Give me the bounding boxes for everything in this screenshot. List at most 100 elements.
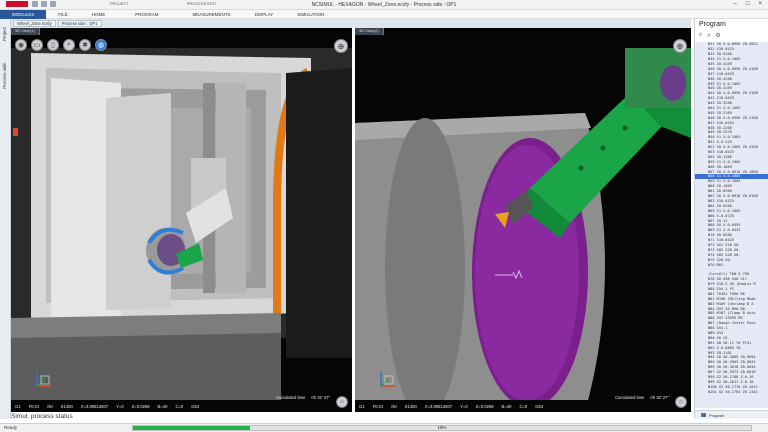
filter-icon[interactable]: ▿: [707, 32, 710, 39]
code-text: N101 G2 X0.1764 Z0.1101: [708, 389, 758, 394]
minimize-icon[interactable]: –: [734, 1, 737, 7]
process-dock-tab[interactable]: Process side: [2, 63, 7, 89]
status-n: N0: [391, 403, 397, 409]
viewport-toolbar: ◉ ▭ ▯ ⌕ ✱ ◍: [15, 39, 107, 51]
code-text: N86 G97 S3999 M3: [708, 316, 743, 321]
code-text: N36 S0 X-0.0956 Z0.4168: [708, 66, 758, 71]
viewport-title[interactable]: 3D View(1): [11, 28, 40, 35]
tab-display[interactable]: DISPLAY: [243, 10, 286, 19]
axis-gizmo-icon: [380, 371, 396, 387]
status-y: Y=0: [116, 403, 124, 409]
code-text: N31 S0 X-0.0956 Z0.5032: [708, 42, 758, 47]
program-toolbar: ⌕ ▿ ⚙: [695, 31, 768, 40]
status-n: N0: [47, 403, 53, 409]
code-text: N51 X-0.229: [708, 140, 732, 145]
tab-home[interactable]: HOME: [80, 10, 118, 19]
code-text: N74 S05 G28 X0.: [708, 252, 741, 257]
view-cube-icon[interactable]: ⊕: [673, 39, 687, 53]
tab-program[interactable]: PROGRAM: [117, 10, 170, 19]
zoom-icon[interactable]: ⌕: [63, 39, 75, 51]
fit-view-icon[interactable]: ⌂: [336, 396, 348, 408]
code-text: N62 S0 X-0.0918 Z0.0168: [708, 194, 758, 199]
title-bar: PROJECT PROCESS EDIT NCSIMUL - HEXAGON -…: [0, 0, 768, 10]
simul-status-label: Simul. process status: [11, 413, 73, 420]
doc-tab-process[interactable]: Process side : OP1: [57, 20, 102, 27]
window-title: NCSIMUL - HEXAGON - Wheel_Zone.ncsfy - P…: [311, 2, 457, 8]
code-text: N79 G18.5 X0 (Radius M: [708, 282, 756, 287]
code-text: N94 G0 X0.3809 Z0.0054: [708, 355, 756, 360]
view-cube-icon[interactable]: ⊕: [334, 39, 348, 53]
status-feed: F0.01: [28, 403, 40, 409]
code-text: N100 G2 X0.1776 Z0.1012: [708, 384, 758, 389]
program-footer-label: Program: [709, 412, 725, 418]
cutting-scene: [355, 28, 691, 412]
code-text: N57 S0 X-0.0918 Z0.1068: [708, 169, 758, 174]
status-c: C=0: [175, 403, 184, 409]
tab-measurements[interactable]: MEASUREMENTS: [171, 10, 243, 19]
program-footer-tab[interactable]: Program: [695, 410, 768, 419]
code-text: N78 G0 G98 G40 G17: [708, 277, 747, 282]
viewport-3d-1[interactable]: 3D View(1) ◉ ▭ ▯ ⌕ ✱ ◍ ⊕ Cumulated time …: [11, 28, 352, 412]
code-text: N72 S01 G18 X0.: [708, 242, 741, 247]
settings-icon[interactable]: ⚙: [715, 32, 720, 39]
status-speed: S1460: [404, 403, 417, 409]
left-dock-strip: Project Process side: [0, 19, 11, 419]
close-icon[interactable]: ×: [758, 1, 762, 7]
status-x: X=3.89812607: [80, 403, 109, 409]
status-z: Z=0.0268: [131, 403, 150, 409]
code-text: N88 G54.1: [708, 326, 728, 331]
code-text: N89 G54: [708, 330, 724, 335]
fit-view-icon[interactable]: ⌂: [675, 396, 687, 408]
camera-icon[interactable]: ◉: [15, 39, 27, 51]
project-dock-tab[interactable]: Project: [2, 27, 7, 41]
status-gcode: G1: [15, 403, 21, 409]
program-panel: Program ⌕ ▿ ⚙ N31 S0 X-0.0956 Z0.5032 N32…: [694, 19, 768, 419]
code-text: N87 (Rough Center Pock: [708, 321, 756, 326]
axis-gizmo-icon: [36, 371, 52, 387]
gear-icon[interactable]: ✱: [79, 39, 91, 51]
code-line[interactable]: N101 G2 X0.1764 Z0.1101: [695, 389, 768, 394]
code-text: N53 X10.0425: [708, 150, 734, 155]
code-text: N68 S0 X-0.0495: [708, 223, 741, 228]
folder-icon[interactable]: ▭: [31, 39, 43, 51]
code-text: N84 G53 X0 B90 B0: [708, 306, 745, 311]
viewport-status-line: G1 F0.01 N0 S1460 X=3.89812607 Y=0 Z=0.0…: [11, 400, 352, 412]
status-x: X=3.89812607: [424, 403, 453, 409]
code-text: N95 G0 X0.3963 Z0.0034: [708, 360, 756, 365]
code-text: N97 G2 X0.3973 Z0.0018: [708, 370, 756, 375]
code-text: N80 G54.1 P1: [708, 286, 734, 291]
file-icon[interactable]: ▯: [47, 39, 59, 51]
code-text: N76 M01: [708, 262, 724, 267]
viewport-title[interactable]: 3D View(2): [355, 28, 384, 35]
code-text: N96 G0 X0.3618 Z0.0034: [708, 365, 756, 370]
viewport-3d-2[interactable]: 3D View(2) ⊕ Cumulated time 0h 32' 27" G…: [355, 28, 691, 412]
code-text: N65 S1 X-0.1065: [708, 208, 741, 213]
search-icon[interactable]: ⌕: [699, 32, 702, 39]
code-text: N90 G0 C0.: [708, 335, 730, 340]
code-text: N81 T0101 T006 M6: [708, 291, 745, 296]
program-code-list[interactable]: N31 S0 X-0.0956 Z0.5032 N32 X10.0425 N33 Z…: [695, 42, 768, 408]
status-speed: S1460: [60, 403, 73, 409]
code-text: N58 S1 X-0.1065: [708, 174, 741, 179]
code-text: N42 X10.0425: [708, 96, 734, 101]
status-wcs: G54: [191, 403, 200, 409]
code-text: N99 G2 X0.2611 Z-0.10: [708, 379, 754, 384]
code-text: N82 M108 (Milling Mode: [708, 296, 756, 301]
tab-file[interactable]: FILE: [46, 10, 80, 19]
code-text: N64 Z0.0268: [708, 203, 732, 208]
code-text: N44 S1 X-0.1065: [708, 106, 741, 111]
simulation-progress-bar: 19%: [132, 425, 752, 431]
maximize-icon[interactable]: □: [746, 1, 750, 7]
tab-modules[interactable]: MODULES: [0, 9, 47, 19]
code-text: N66 X-0.0725: [708, 213, 734, 218]
code-text: N40 Z0.3169: [708, 86, 732, 91]
code-text: N54 Z0.1268: [708, 154, 732, 159]
code-text: (Cornell) T00 0.75D: [708, 272, 750, 277]
tab-simulation[interactable]: SIMULATION: [285, 10, 336, 19]
code-text: N41 S0 X-0.0956 Z0.3168: [708, 91, 758, 96]
code-text: N37 X10.0425: [708, 71, 734, 76]
code-text: N56 Z0.1069: [708, 164, 732, 169]
code-text: N43 Z0.3268: [708, 101, 732, 106]
doc-tab-project[interactable]: Wheel_Zone.ncsfy: [13, 20, 56, 27]
globe-icon[interactable]: ◍: [95, 39, 107, 51]
